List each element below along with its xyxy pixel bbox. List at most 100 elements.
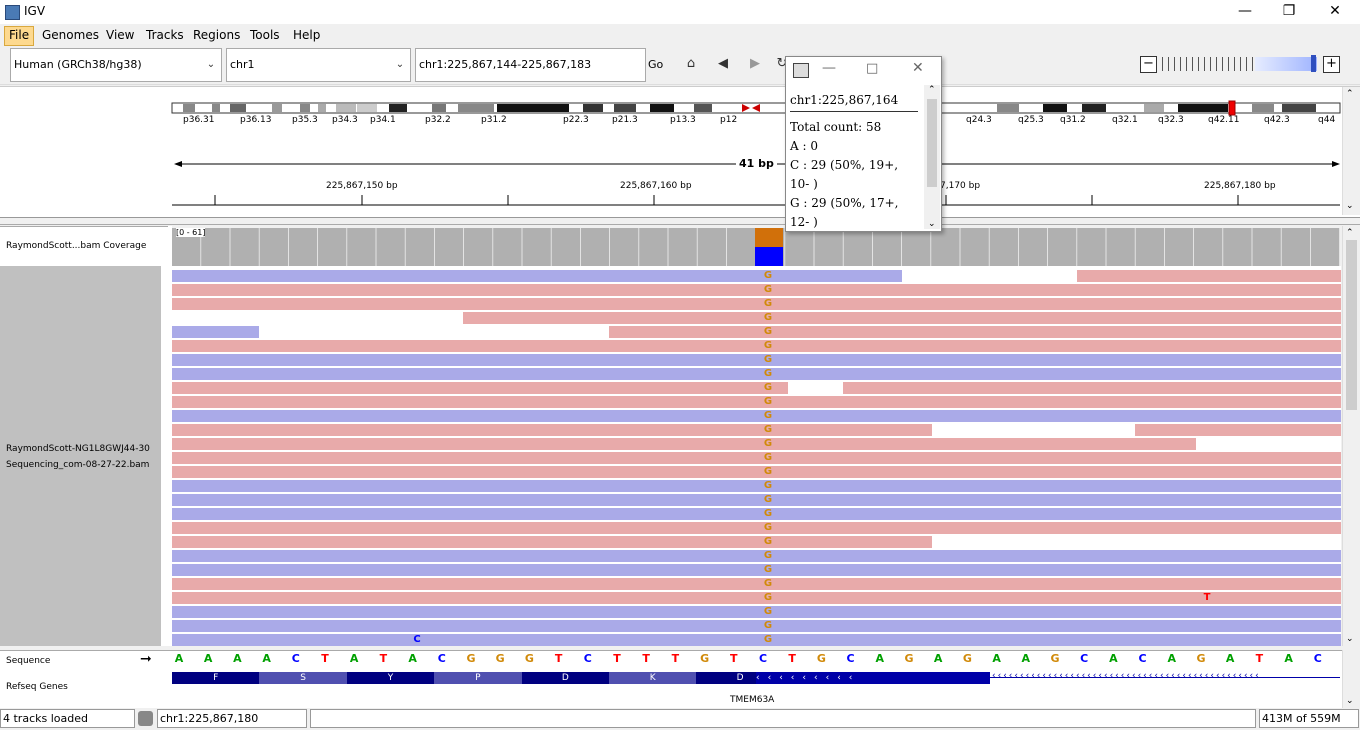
- mismatch-base[interactable]: G: [762, 564, 774, 576]
- aligned-read[interactable]: [1077, 270, 1341, 282]
- aligned-read[interactable]: [172, 620, 1341, 632]
- chromosome-ideogram[interactable]: [0, 87, 1360, 217]
- coverage-bar[interactable]: [230, 228, 259, 266]
- mismatch-base[interactable]: G: [762, 354, 774, 366]
- minimize-icon[interactable]: —: [1222, 0, 1268, 24]
- coverage-bar[interactable]: [580, 228, 610, 266]
- popup-close-icon[interactable]: ✕: [912, 60, 924, 76]
- menu-file[interactable]: File: [4, 26, 35, 46]
- coverage-bar[interactable]: [1048, 228, 1077, 266]
- aligned-read[interactable]: [172, 452, 1341, 464]
- coverage-bar[interactable]: [814, 228, 843, 266]
- zoom-in-icon[interactable]: +: [1323, 56, 1340, 73]
- coverage-bar[interactable]: [259, 228, 288, 266]
- memory-icon[interactable]: [138, 711, 153, 726]
- coverage-bar[interactable]: [1223, 228, 1252, 266]
- amino-acid[interactable]: F: [172, 672, 260, 684]
- coverage-bar[interactable]: [960, 228, 989, 266]
- aligned-read[interactable]: [172, 298, 1341, 310]
- mismatch-base[interactable]: G: [762, 620, 774, 632]
- mismatch-base[interactable]: G: [762, 508, 774, 520]
- coverage-bar[interactable]: [434, 228, 464, 266]
- coverage-bar[interactable]: [288, 228, 318, 266]
- coverage-bar[interactable]: [843, 228, 872, 266]
- coverage-bar[interactable]: [1135, 228, 1164, 266]
- amino-acid[interactable]: D: [521, 672, 609, 684]
- coverage-bar[interactable]: [405, 228, 434, 266]
- scroll-down-icon[interactable]: ⌄: [1346, 201, 1354, 211]
- scroll-down-icon[interactable]: ⌄: [1346, 696, 1354, 706]
- mismatch-base[interactable]: G: [762, 438, 774, 450]
- close-icon[interactable]: ✕: [1312, 0, 1358, 24]
- coverage-bar[interactable]: [668, 228, 697, 266]
- mismatch-base[interactable]: G: [762, 326, 774, 338]
- coverage-bar[interactable]: [318, 228, 347, 266]
- scroll-down-icon[interactable]: ⌄: [1346, 634, 1354, 644]
- coverage-bar[interactable]: [347, 228, 376, 266]
- aligned-read[interactable]: [172, 368, 1341, 380]
- mismatch-base[interactable]: G: [762, 592, 774, 604]
- menu-tracks[interactable]: Tracks: [142, 26, 188, 44]
- coverage-bar[interactable]: [989, 228, 1018, 266]
- aligned-read[interactable]: [463, 312, 1341, 324]
- back-arrow-icon[interactable]: ◀: [711, 52, 735, 76]
- coverage-bar[interactable]: [785, 228, 814, 266]
- mismatch-base[interactable]: G: [762, 494, 774, 506]
- mismatch-base[interactable]: G: [762, 466, 774, 478]
- coverage-popup[interactable]: — □ ✕ chr1:225,867,164 Total count: 58 A…: [785, 56, 942, 232]
- mismatch-base[interactable]: G: [762, 522, 774, 534]
- scroll-up-icon[interactable]: ⌃: [1346, 228, 1354, 238]
- coverage-bar[interactable]: [872, 228, 902, 266]
- coverage-bar[interactable]: [493, 228, 522, 266]
- mismatch-base[interactable]: G: [762, 284, 774, 296]
- home-icon[interactable]: ⌂: [679, 52, 703, 76]
- menu-genomes[interactable]: Genomes: [38, 26, 103, 44]
- coverage-bar[interactable]: [931, 228, 960, 266]
- aligned-read[interactable]: [172, 592, 1341, 604]
- mismatch-base[interactable]: G: [762, 340, 774, 352]
- aligned-read[interactable]: [172, 578, 1341, 590]
- mismatch-base[interactable]: G: [762, 578, 774, 590]
- menu-regions[interactable]: Regions: [189, 26, 244, 44]
- coverage-bar[interactable]: [726, 228, 756, 266]
- coverage-bar[interactable]: [639, 228, 668, 266]
- aligned-read[interactable]: [172, 480, 1341, 492]
- coverage-bar[interactable]: [1077, 228, 1106, 266]
- aligned-read[interactable]: [172, 326, 259, 338]
- amino-acid[interactable]: P: [434, 672, 522, 684]
- scroll-down-icon[interactable]: ⌄: [928, 219, 936, 229]
- ruler-scrollbar[interactable]: ⌃ ⌄: [1342, 87, 1360, 215]
- panel-divider[interactable]: [0, 218, 1360, 225]
- coverage-bar[interactable]: [1164, 228, 1194, 266]
- data-panel-scrollbar[interactable]: ⌃ ⌄: [1342, 226, 1360, 646]
- mismatch-base[interactable]: G: [762, 312, 774, 324]
- aligned-read[interactable]: [172, 270, 902, 282]
- mismatch-base[interactable]: G: [762, 550, 774, 562]
- popup-minimize-icon[interactable]: —: [822, 60, 836, 76]
- coverage-bar[interactable]: [1018, 228, 1048, 266]
- aligned-read[interactable]: [172, 424, 932, 436]
- aligned-read[interactable]: [843, 382, 1341, 394]
- scroll-up-icon[interactable]: ⌃: [1346, 89, 1354, 99]
- mismatch-base[interactable]: G: [762, 606, 774, 618]
- locus-input[interactable]: chr1:225,867,144-225,867,183: [415, 48, 646, 82]
- mismatch-base[interactable]: T: [1201, 592, 1213, 604]
- genome-dropdown[interactable]: Human (GRCh38/hg38) ⌄: [10, 48, 222, 82]
- coverage-bar[interactable]: [1252, 228, 1281, 266]
- aligned-read[interactable]: [172, 438, 1196, 450]
- chromosome-dropdown[interactable]: chr1 ⌄: [226, 48, 411, 82]
- mismatch-base[interactable]: G: [762, 536, 774, 548]
- popup-scrollbar[interactable]: ⌃ ⌄: [924, 85, 940, 229]
- coverage-bar[interactable]: [1106, 228, 1135, 266]
- aligned-read[interactable]: [172, 550, 1341, 562]
- mismatch-base[interactable]: G: [762, 270, 774, 282]
- coverage-bar[interactable]: [1281, 228, 1310, 266]
- mismatch-base[interactable]: G: [762, 424, 774, 436]
- amino-acid[interactable]: K: [609, 672, 697, 684]
- mismatch-base[interactable]: G: [762, 382, 774, 394]
- sequence-track-name[interactable]: Sequence: [6, 656, 50, 666]
- amino-acid[interactable]: Y: [346, 672, 435, 684]
- popup-titlebar[interactable]: — □ ✕: [786, 57, 941, 83]
- menu-help[interactable]: Help: [289, 26, 324, 44]
- coverage-mismatch-c[interactable]: [755, 247, 783, 266]
